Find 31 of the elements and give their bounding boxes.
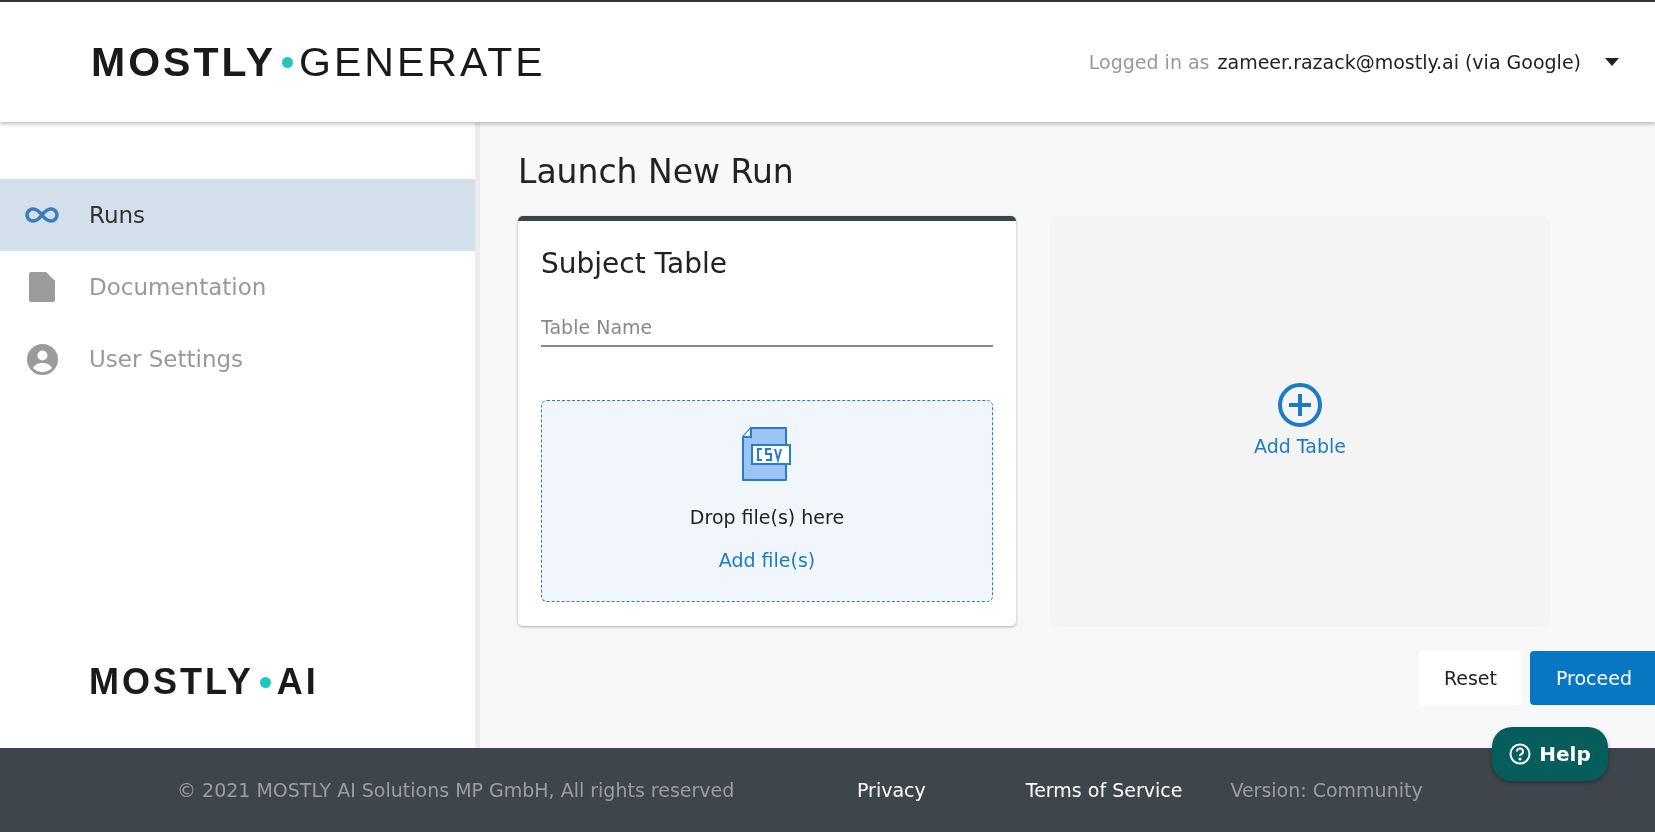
drop-hint: Drop file(s) here <box>689 505 845 531</box>
plus-circle-icon <box>1277 381 1323 428</box>
add-table-label: Add Table <box>1254 433 1346 459</box>
version-text: Version: Community <box>1230 777 1423 803</box>
footer-link[interactable]: Privacy <box>857 775 926 805</box>
csv-file-icon <box>742 427 792 482</box>
logo-dot <box>282 56 294 68</box>
help-button[interactable]: Help <box>1492 727 1608 781</box>
logo-text: AI <box>276 664 319 700</box>
file-drop-zone[interactable]: Drop file(s) here Add file(s) <box>541 399 993 602</box>
page-title: Launch New Run <box>518 152 795 192</box>
reset-button[interactable]: Reset <box>1418 650 1522 706</box>
card-title: Subject Table <box>541 245 728 282</box>
document-icon <box>29 272 55 302</box>
add-table-panel[interactable]: Add Table <box>1050 215 1550 627</box>
table-name-field[interactable]: Table Name <box>541 308 993 348</box>
footer-link[interactable]: Terms of Service <box>1025 775 1183 805</box>
login-label: Logged in as <box>1088 49 1210 75</box>
question-circle-icon <box>1509 743 1532 765</box>
proceed-button[interactable]: Proceed <box>1529 650 1655 706</box>
logo-text: MOSTLY <box>89 664 254 700</box>
logo-text: MOSTLY <box>91 41 277 83</box>
caret-icon[interactable] <box>1605 57 1619 67</box>
logo-text: GENERATE <box>299 41 546 83</box>
copyright-text: © 2021 MOSTLY AI Solutions MP GmbH, All rights reserved <box>177 777 736 803</box>
logo-dot <box>259 676 271 688</box>
infinity-icon <box>25 206 59 224</box>
add-files-link[interactable]: Add file(s) <box>718 545 816 575</box>
user-icon <box>26 343 58 375</box>
sidebar-item[interactable]: Runs <box>0 179 475 251</box>
user-email: zameer.razack@mostly.ai (via Google) <box>1217 49 1581 75</box>
